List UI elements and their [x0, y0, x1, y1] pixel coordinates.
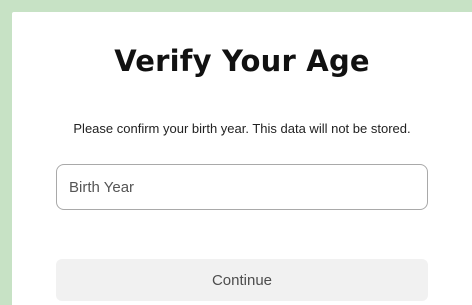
birth-year-input[interactable] [56, 164, 428, 210]
page-title: Verify Your Age [114, 44, 370, 78]
subtitle-text: Please confirm your birth year. This dat… [73, 121, 411, 136]
continue-button[interactable]: Continue [56, 259, 428, 301]
age-verification-card: Verify Your Age Please confirm your birt… [12, 12, 472, 305]
